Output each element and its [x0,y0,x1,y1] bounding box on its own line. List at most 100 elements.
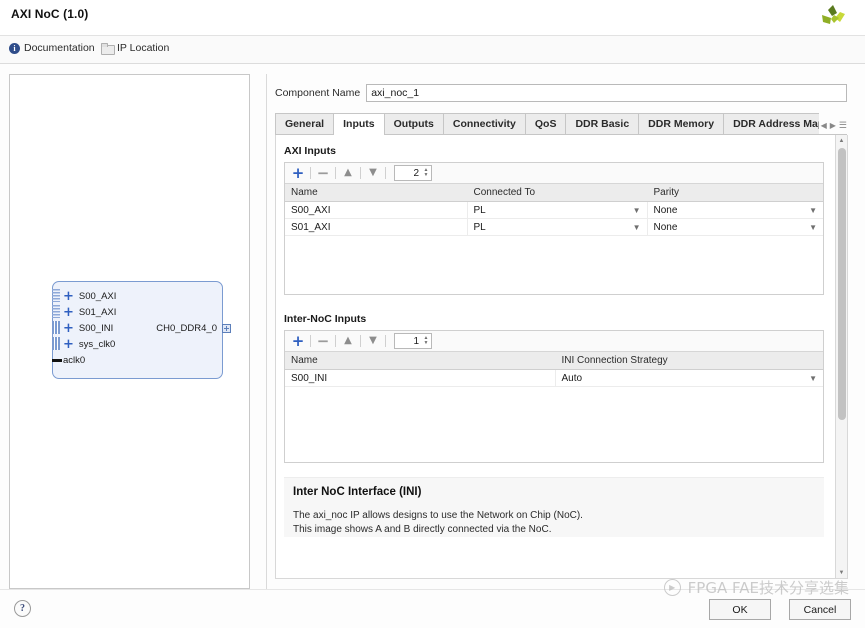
port-label: S00_AXI [78,290,117,302]
chevron-down-icon[interactable]: ▼ [627,223,641,232]
minus-icon[interactable]: − [313,165,333,182]
divider [385,335,386,347]
info-line-2: This image shows A and B directly connec… [293,524,552,535]
tab-ddr-memory[interactable]: DDR Memory [638,113,724,134]
table-header-row: Name Connected To Parity [285,184,823,202]
cell-connected-to[interactable]: PL ▼ [466,201,647,219]
inter-noc-inputs-grid: Name INI Connection Strategy S00_INI Aut… [285,352,823,387]
tab-ddr-basic[interactable]: DDR Basic [565,113,639,134]
documentation-label: Documentation [24,42,95,54]
tab-inputs[interactable]: Inputs [333,113,384,135]
minus-icon[interactable]: − [313,333,333,350]
arrow-up-icon[interactable]: ▲ [338,333,358,350]
table-row[interactable]: S00_INI Auto ▼ [285,369,823,387]
chevron-down-icon[interactable]: ▼ [803,223,817,232]
port-row-ch0-ddr4-0[interactable]: CH0_DDR4_0 [156,323,231,334]
cancel-button[interactable]: Cancel [789,599,851,620]
tab-scroll-controls: ◀ ▶ ☰ [821,120,847,134]
divider [310,167,311,179]
dialog-toolbar: i Documentation IP Location [0,36,865,64]
stepper-arrows-icon[interactable]: ▲ ▼ [422,166,431,180]
port-row-sys-clk0[interactable]: + sys_clk0 [52,336,116,352]
table-row[interactable]: S00_AXI PL ▼ None ▼ [285,201,823,219]
combo-value: None [653,204,678,216]
component-name-input[interactable] [366,84,847,102]
tab-bar: General Inputs Outputs Connectivity QoS … [275,113,847,135]
divider [385,167,386,179]
inter-noc-inputs-count-stepper[interactable]: 1 ▲ ▼ [394,333,432,349]
axi-inputs-toolbar: + − ▲ ▼ 2 ▲ ▼ [285,163,823,184]
tab-qos[interactable]: QoS [524,113,566,134]
expand-plus-icon[interactable]: + [63,338,74,351]
plus-icon[interactable]: + [288,165,308,182]
chevron-down-icon[interactable]: ▼ [627,206,641,215]
combo-value: None [653,221,678,233]
chevron-right-icon[interactable]: ▶ [830,121,836,130]
tab-connectivity[interactable]: Connectivity [442,113,525,134]
divider [360,167,361,179]
cell-parity[interactable]: None ▼ [646,218,823,236]
col-name: Name [285,184,467,202]
axi-inputs-title: AXI Inputs [284,145,336,157]
chevron-left-icon[interactable]: ◀ [821,121,827,130]
port-label: S01_AXI [78,306,117,318]
folder-icon [101,42,115,55]
combo-value: Auto [561,372,583,384]
inter-noc-inputs-title: Inter-NoC Inputs [284,313,367,325]
expand-plus-icon[interactable]: + [63,290,74,303]
chevron-down-icon[interactable]: ▼ [803,374,817,383]
arrow-down-icon[interactable]: ▼ [363,333,383,350]
cell-name: S01_AXI [285,218,467,236]
cell-name: S00_AXI [285,201,467,219]
inter-noc-inputs-toolbar: + − ▲ ▼ 1 ▲ ▼ [285,331,823,352]
scroll-up-icon[interactable]: ▲ [836,135,847,146]
port-row-s01-axi[interactable]: + S01_AXI [52,304,117,320]
tab-list-icon[interactable]: ☰ [839,120,847,131]
table-empty-area [285,236,823,294]
port-row-aclk0[interactable]: aclk0 [52,352,85,368]
ok-button[interactable]: OK [709,599,771,620]
table-header-row: Name INI Connection Strategy [285,352,823,370]
scrollbar-thumb[interactable] [838,148,846,420]
port-row-s00-axi[interactable]: + S00_AXI [52,288,117,304]
chevron-down-icon[interactable]: ▼ [803,206,817,215]
tab-ddr-address-mapping[interactable]: DDR Address Mappir [723,113,819,134]
ip-symbol-preview-panel[interactable]: + S00_AXI + S01_AXI + S00_INI + sys_clk0 [9,74,250,589]
component-name-label: Component Name [275,87,361,99]
tab-content-inputs: AXI Inputs + − ▲ ▼ 2 ▲ ▼ Name Connected … [276,135,832,537]
tab-content-scroll-area: AXI Inputs + − ▲ ▼ 2 ▲ ▼ Name Connected … [275,135,847,579]
ip-symbol-block: + S00_AXI + S01_AXI + S00_INI + sys_clk0 [52,281,231,379]
port-label: sys_clk0 [78,338,116,350]
divider [310,335,311,347]
info-icon: i [9,42,20,54]
plus-icon[interactable]: + [288,333,308,350]
combo-value: PL [473,221,486,233]
expand-plus-icon[interactable]: + [63,322,74,335]
col-connected-to: Connected To [466,184,647,202]
table-row[interactable]: S01_AXI PL ▼ None ▼ [285,218,823,236]
expand-plus-icon[interactable]: + [63,306,74,319]
bus-stub-icon [52,305,60,318]
divider [335,335,336,347]
cell-parity[interactable]: None ▼ [646,201,823,219]
inter-noc-inputs-count-value: 1 [413,335,419,347]
cell-strategy[interactable]: Auto ▼ [554,369,823,387]
axi-inputs-table: + − ▲ ▼ 2 ▲ ▼ Name Connected To Parity S… [284,162,824,295]
bus-stub-icon [52,289,60,302]
ip-location-link[interactable]: IP Location [101,42,169,55]
port-row-s00-ini[interactable]: + S00_INI [52,320,113,336]
arrow-down-icon[interactable]: ▼ [363,165,383,182]
col-ini-connection-strategy: INI Connection Strategy [554,352,823,370]
cell-connected-to[interactable]: PL ▼ [466,218,647,236]
documentation-link[interactable]: i Documentation [9,42,95,54]
dialog-titlebar: AXI NoC (1.0) [0,0,865,36]
stepper-arrows-icon[interactable]: ▲ ▼ [422,334,431,348]
content-vertical-scrollbar[interactable]: ▲ ▼ [835,135,848,579]
axi-inputs-count-stepper[interactable]: 2 ▲ ▼ [394,165,432,181]
help-button[interactable]: ? [14,600,31,617]
arrow-up-icon[interactable]: ▲ [338,165,358,182]
tab-outputs[interactable]: Outputs [383,113,443,134]
scroll-down-icon[interactable]: ▼ [836,567,847,578]
info-heading: Inter NoC Interface (INI) [293,486,422,498]
tab-general[interactable]: General [275,113,334,134]
